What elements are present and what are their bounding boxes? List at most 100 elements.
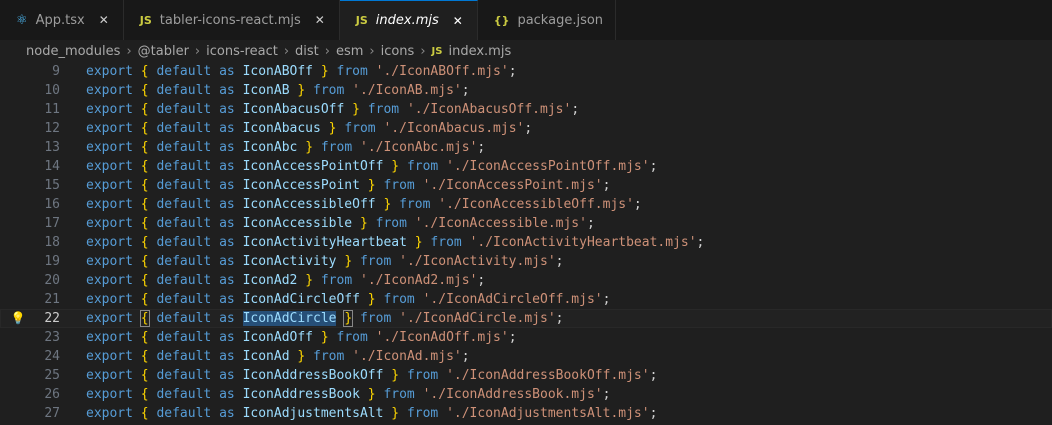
tab-app-tsx[interactable]: ⚛ App.tsx ✕ [0,0,124,40]
import-path: ./IconAB.mjs [359,83,454,98]
keyword-as: as [219,140,235,155]
keyword-default: default [156,102,212,117]
keyword-as: as [219,216,235,231]
code-text: export { default as IconAccessible } fro… [86,214,595,233]
import-path: ./IconAddressBookOff.mjs [453,368,642,383]
breadcrumb-item[interactable]: node_modules [26,44,120,59]
quote: ' [359,140,368,155]
code-line[interactable]: 25 export { default as IconAddressBookOff… [0,366,1052,385]
import-path: ./IconAccessibleOff.mjs [446,197,627,212]
code-line[interactable]: 22 💡 export { default as IconAdCircle } fr… [0,309,1052,328]
chevron-right-icon: › [194,43,201,59]
export-name: IconAddressBookOff [242,368,384,383]
semicolon: ; [555,311,564,326]
close-brace: } [297,83,306,98]
keyword-from: from [320,273,353,288]
js-file-icon: JS [139,13,152,27]
open-brace: { [140,159,149,174]
keyword-default: default [156,254,212,269]
semicolon: ; [602,178,611,193]
keyword-from: from [313,349,345,364]
tab-package-json[interactable]: {} package.json [477,0,617,40]
react-icon: ⚛ [16,12,28,28]
tab-index-mjs[interactable]: JS index.mjs ✕ [339,0,478,40]
code-line[interactable]: 24 export { default as IconAd } from './I… [0,347,1052,366]
import-path: ./IconAdOff.mjs [383,330,501,345]
code-editor[interactable]: 9 export { default as IconABOff } from '.… [0,62,1052,425]
import-path: ./IconAd2.mjs [367,273,470,288]
code-line[interactable]: 11 export { default as IconAbacusOff } fr… [0,100,1052,119]
semicolon: ; [602,387,611,402]
quote: ' [446,406,454,421]
code-line[interactable]: 27 export { default as IconAdjustmentsAlt… [0,404,1052,423]
tab-label: package.json [517,12,604,28]
line-number: 24 [44,349,60,364]
keyword-default: default [156,406,212,421]
line-number: 15 [44,178,60,193]
breadcrumb-item[interactable]: icons-react [206,44,278,59]
keyword-from: from [383,178,415,193]
code-line[interactable]: 19 export { default as IconActivity } fro… [0,252,1052,271]
breadcrumb-item[interactable]: index.mjs [448,44,511,59]
code-text: export { default as IconAdjustmentsAlt }… [86,404,657,423]
code-text: export { default as IconAbacusOff } from… [86,100,579,119]
import-path: ./IconAdjustmentsAlt.mjs [453,406,642,421]
code-line[interactable]: 14 export { default as IconAccessPointOff… [0,157,1052,176]
open-brace: { [140,235,149,250]
chevron-right-icon: › [283,43,290,59]
code-line[interactable]: 15 export { default as IconAccessPoint } … [0,176,1052,195]
quote: ' [453,349,462,364]
breadcrumb-item[interactable]: esm [336,44,363,59]
open-brace: { [140,349,149,364]
json-file-icon: {} [493,13,510,27]
keyword-as: as [219,102,235,117]
export-name: IconAccessPointOff [242,159,384,174]
keyword-default: default [156,140,212,155]
code-line[interactable]: 10 export { default as IconAB } from './I… [0,81,1052,100]
semicolon: ; [602,292,611,307]
breadcrumb-item[interactable]: @tabler [138,44,189,59]
breadcrumb-item[interactable]: dist [295,44,319,59]
import-path: ./IconABOff.mjs [383,64,501,79]
close-icon[interactable]: ✕ [451,14,465,28]
semicolon: ; [524,121,533,136]
code-text: export { default as IconAbc } from './Ic… [86,138,485,157]
import-path: ./IconAdCircleOff.mjs [430,292,595,307]
export-name: IconAdOff [242,330,314,345]
import-path: ./IconAccessPoint.mjs [430,178,595,193]
close-icon[interactable]: ✕ [97,13,111,27]
code-line[interactable]: 17 export { default as IconAccessible } f… [0,214,1052,233]
tab-tabler-icons-react-mjs[interactable]: JS tabler-icons-react.mjs ✕ [123,0,340,40]
code-line[interactable]: 12 export { default as IconAbacus } from … [0,119,1052,138]
keyword-as: as [219,330,235,345]
code-line[interactable]: 18 export { default as IconActivityHeartb… [0,233,1052,252]
code-text: export { default as IconActivityHeartbea… [86,233,704,252]
keyword-default: default [156,83,212,98]
import-path: ./IconAd.mjs [359,349,454,364]
code-text: export { default as IconAccessPoint } fr… [86,176,610,195]
keyword-default: default [156,349,212,364]
close-icon[interactable]: ✕ [313,13,327,27]
breadcrumb-item[interactable]: icons [381,44,415,59]
code-line[interactable]: 20 export { default as IconAd2 } from './… [0,271,1052,290]
code-line[interactable]: 16 export { default as IconAccessibleOff … [0,195,1052,214]
code-line[interactable]: 23 export { default as IconAdOff } from '… [0,328,1052,347]
semicolon: ; [461,349,470,364]
code-line[interactable]: 13 export { default as IconAbc } from './… [0,138,1052,157]
keyword-export: export [86,235,133,250]
line-number: 13 [44,140,60,155]
line-number: 9 [52,64,60,79]
code-line[interactable]: 26 export { default as IconAddressBook } … [0,385,1052,404]
close-brace: } [344,254,353,269]
open-brace: { [139,310,150,327]
keyword-default: default [156,64,212,79]
close-brace: } [391,368,400,383]
keyword-default: default [156,178,212,193]
chevron-right-icon: › [369,43,375,59]
export-name: IconAdCircle [242,311,337,326]
code-line[interactable]: 21 export { default as IconAdCircleOff } … [0,290,1052,309]
keyword-export: export [86,159,133,174]
code-line[interactable]: 9 export { default as IconABOff } from '.… [0,62,1052,81]
tab-label: index.mjs [375,13,439,28]
lightbulb-icon[interactable]: 💡 [10,309,26,328]
